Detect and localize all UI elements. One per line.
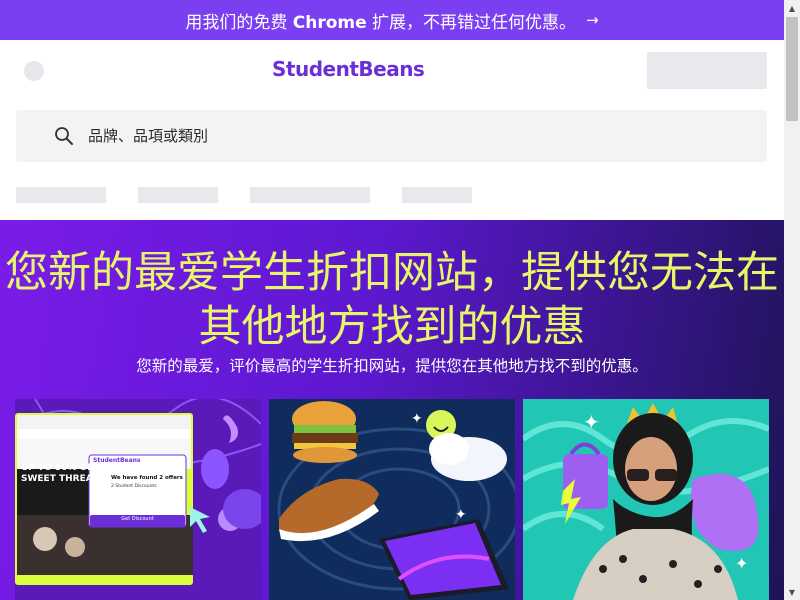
svg-text:✦: ✦ xyxy=(583,410,600,434)
scrollbar-thumb[interactable] xyxy=(786,17,798,121)
hero-subheadline: 您新的最爱，评价最高的学生折扣网站，提供您在其他地方找不到的优惠。 xyxy=(136,357,648,375)
popup-brand: StudentBeans xyxy=(93,457,141,464)
nav-tab-placeholder[interactable] xyxy=(402,187,472,203)
svg-text:✦: ✦ xyxy=(735,554,748,573)
nav-tab-placeholder[interactable] xyxy=(138,187,218,203)
arrow-right-icon[interactable]: → xyxy=(586,11,599,29)
search-input[interactable] xyxy=(88,127,688,145)
svg-text:✦: ✦ xyxy=(455,507,467,523)
popup-sub-text: 2 Student Discounts xyxy=(111,484,157,489)
ad-banner-text: UP TO 50% OFF SWEET THREADS xyxy=(21,463,107,484)
scroll-up-arrow-icon[interactable]: ▲ xyxy=(784,0,800,16)
popup-found-text: We have found 2 offers xyxy=(111,475,183,481)
popup-get-discount-button: Get Discount xyxy=(121,516,154,522)
student-feature-card[interactable]: ✦ ✦ xyxy=(523,399,769,600)
student-illustration: ✦ ✦ xyxy=(523,399,769,600)
nav-tab-placeholder[interactable] xyxy=(250,187,370,203)
page-scrollbar[interactable]: ▲ ▼ xyxy=(784,0,800,600)
scroll-down-arrow-icon[interactable]: ▼ xyxy=(784,584,800,600)
search-bar[interactable] xyxy=(16,110,767,162)
search-icon xyxy=(54,126,74,146)
extension-feature-card[interactable]: UP TO 50% OFF SWEET THREADS StudentBeans… xyxy=(15,399,261,600)
nav-tab-placeholder[interactable] xyxy=(16,187,106,203)
site-header: StudentBeans xyxy=(0,40,784,100)
products-illustration: ✦ ✦ xyxy=(269,399,515,600)
account-button-placeholder[interactable] xyxy=(647,52,767,89)
promo-text: 用我们的免费 Chrome 扩展，不再错过任何优惠。 xyxy=(185,12,577,33)
products-feature-card[interactable]: ✦ ✦ xyxy=(269,399,515,600)
hero-section: 您新的最爱学生折扣网站，提供您无法在其他地方找到的优惠 您新的最爱，评价最高的学… xyxy=(0,220,784,600)
studentbeans-logo[interactable]: StudentBeans xyxy=(272,57,425,81)
hero-headline: 您新的最爱学生折扣网站，提供您无法在其他地方找到的优惠 xyxy=(5,248,779,352)
extension-illustration xyxy=(15,399,261,585)
menu-placeholder-icon[interactable] xyxy=(24,61,44,81)
svg-text:✦: ✦ xyxy=(411,411,423,427)
chrome-extension-promo-banner[interactable]: 用我们的免费 Chrome 扩展，不再错过任何优惠。 → xyxy=(0,0,784,40)
